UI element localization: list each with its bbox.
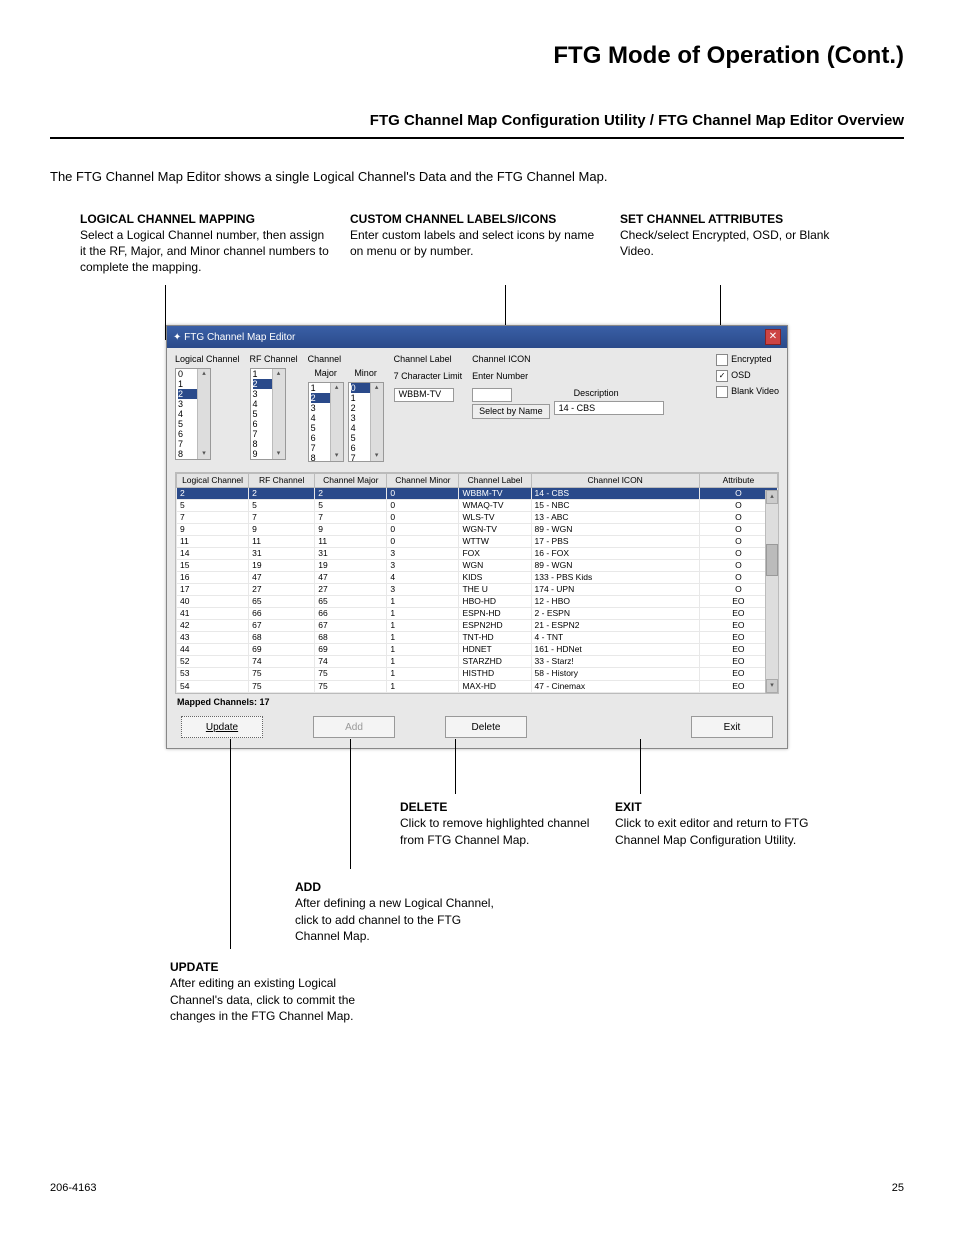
- table-row[interactable]: 1647474KIDS133 - PBS KidsO: [177, 572, 778, 584]
- editor-window: ✦ FTG Channel Map Editor ✕ Logical Chann…: [166, 325, 788, 749]
- encrypted-checkbox[interactable]: Encrypted: [716, 354, 779, 366]
- callout-exit: EXIT Click to exit editor and return to …: [615, 799, 825, 848]
- checkbox-icon: [716, 386, 728, 398]
- table-row[interactable]: 7770WLS-TV13 - ABCO: [177, 511, 778, 523]
- add-button[interactable]: Add: [313, 716, 395, 738]
- icon-number-input[interactable]: [472, 388, 512, 402]
- table-row[interactable]: 5550WMAQ-TV15 - NBCO: [177, 499, 778, 511]
- up-arrow-icon[interactable]: ▴: [198, 369, 210, 379]
- table-row[interactable]: 1727273THE U174 - UPNO: [177, 584, 778, 596]
- channel-group: Channel Major 123456789▴▾ Minor 01234567…: [308, 354, 384, 461]
- intro-text: The FTG Channel Map Editor shows a singl…: [50, 169, 904, 186]
- icon-desc-input[interactable]: 14 - CBS: [554, 401, 664, 415]
- table-row[interactable]: 1111110WTTW17 - PBSO: [177, 535, 778, 547]
- callout-update: UPDATE After editing an existing Logical…: [170, 959, 370, 1024]
- table-row[interactable]: 1431313FOX16 - FOXO: [177, 547, 778, 559]
- callout-add: ADD After defining a new Logical Channel…: [295, 879, 505, 944]
- osd-checkbox[interactable]: ✓ OSD: [716, 370, 779, 382]
- attributes-group: Encrypted ✓ OSD Blank Video: [716, 354, 779, 398]
- page-footer: 206-4163 25: [50, 1181, 904, 1195]
- footer-left: 206-4163: [50, 1181, 97, 1195]
- titlebar: ✦ FTG Channel Map Editor ✕: [167, 326, 787, 348]
- up-arrow-icon[interactable]: ▴: [273, 369, 285, 379]
- exit-button[interactable]: Exit: [691, 716, 773, 738]
- table-row[interactable]: 9990WGN-TV89 - WGNO: [177, 523, 778, 535]
- channel-icon-group: Channel ICON Enter Number Select by Name…: [472, 354, 664, 419]
- mapped-count: Mapped Channels: 17: [177, 697, 777, 709]
- update-button[interactable]: Update: [181, 716, 263, 738]
- scroll-thumb[interactable]: [766, 544, 778, 576]
- channel-map-table-wrap: Logical ChannelRF ChannelChannel MajorCh…: [175, 472, 779, 694]
- logical-channel-group: Logical Channel 0123456789▴▾: [175, 354, 240, 460]
- table-row[interactable]: 4065651HBO-HD12 - HBOEO: [177, 596, 778, 608]
- table-row[interactable]: 4368681TNT-HD4 - TNTEO: [177, 632, 778, 644]
- table-row[interactable]: 4267671ESPN2HD21 - ESPN2EO: [177, 620, 778, 632]
- rf-channel-group: RF Channel 12345678910▴▾: [250, 354, 298, 460]
- table-row[interactable]: 5375751HISTHD58 - HistoryEO: [177, 668, 778, 680]
- down-arrow-icon[interactable]: ▾: [766, 679, 778, 693]
- up-arrow-icon[interactable]: ▴: [331, 383, 343, 393]
- table-row[interactable]: 2220WBBM-TV14 - CBSO: [177, 487, 778, 499]
- down-arrow-icon[interactable]: ▾: [371, 451, 383, 461]
- delete-button[interactable]: Delete: [445, 716, 527, 738]
- callout-custom-labels: CUSTOM CHANNEL LABELS/ICONS Enter custom…: [350, 211, 600, 276]
- page-title: FTG Mode of Operation (Cont.): [50, 40, 904, 71]
- channel-map-table[interactable]: Logical ChannelRF ChannelChannel MajorCh…: [176, 473, 778, 693]
- major-list[interactable]: 123456789▴▾: [308, 382, 344, 462]
- table-row[interactable]: 1519193WGN89 - WGNO: [177, 560, 778, 572]
- table-scrollbar[interactable]: ▴ ▾: [765, 490, 778, 693]
- table-row[interactable]: 5475751MAX-HD47 - CinemaxEO: [177, 680, 778, 692]
- close-icon[interactable]: ✕: [765, 329, 781, 345]
- blank-video-checkbox[interactable]: Blank Video: [716, 386, 779, 398]
- section-title: FTG Channel Map Configuration Utility / …: [50, 111, 904, 139]
- up-arrow-icon[interactable]: ▴: [371, 383, 383, 393]
- down-arrow-icon[interactable]: ▾: [331, 451, 343, 461]
- down-arrow-icon[interactable]: ▾: [198, 449, 210, 459]
- logical-channel-list[interactable]: 0123456789▴▾: [175, 368, 211, 460]
- minor-list[interactable]: 012345678▴▾: [348, 382, 384, 462]
- checkbox-icon: [716, 354, 728, 366]
- up-arrow-icon[interactable]: ▴: [766, 490, 778, 504]
- rf-channel-list[interactable]: 12345678910▴▾: [250, 368, 286, 460]
- callout-set-attributes: SET CHANNEL ATTRIBUTES Check/select Encr…: [620, 211, 840, 276]
- callout-delete: DELETE Click to remove highlighted chann…: [400, 799, 590, 848]
- callout-logical-mapping: LOGICAL CHANNEL MAPPING Select a Logical…: [80, 211, 330, 276]
- table-row[interactable]: 4166661ESPN-HD2 - ESPNEO: [177, 608, 778, 620]
- table-row[interactable]: 5274741STARZHD33 - Starz!EO: [177, 656, 778, 668]
- channel-label-input[interactable]: WBBM-TV: [394, 388, 454, 402]
- checkbox-icon: ✓: [716, 370, 728, 382]
- select-by-name-button[interactable]: Select by Name: [472, 404, 550, 420]
- table-row[interactable]: 4469691HDNET161 - HDNetEO: [177, 644, 778, 656]
- down-arrow-icon[interactable]: ▾: [273, 449, 285, 459]
- footer-page-number: 25: [892, 1181, 904, 1195]
- channel-label-group: Channel Label 7 Character Limit WBBM-TV: [394, 354, 463, 401]
